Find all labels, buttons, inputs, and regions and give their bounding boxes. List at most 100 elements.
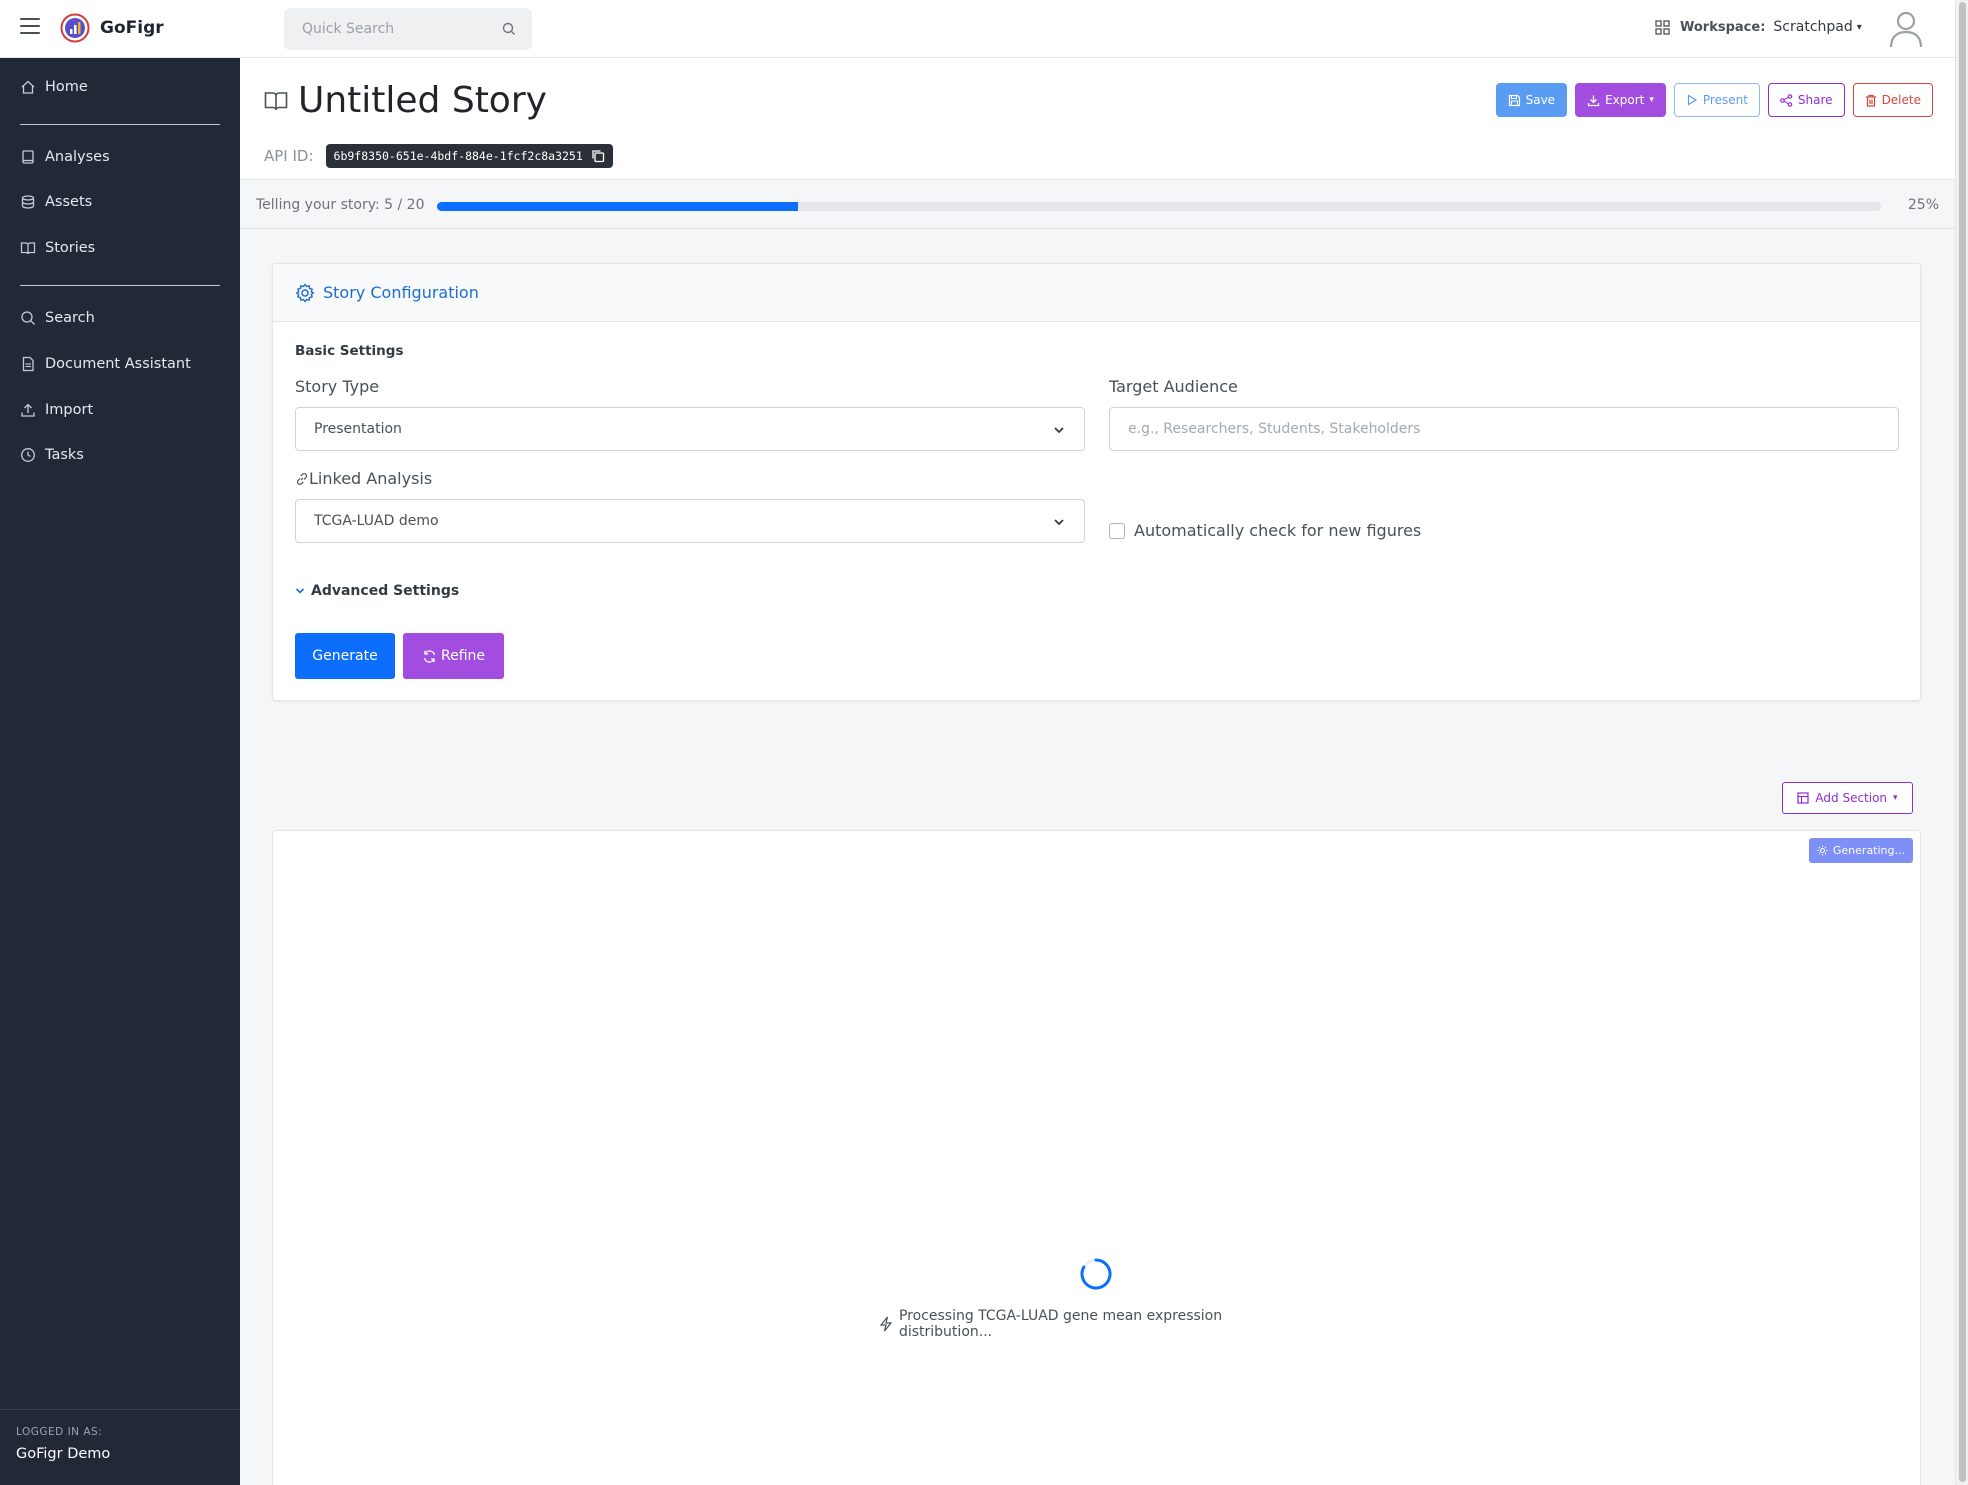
caret-down-icon: ▾ xyxy=(1893,793,1898,803)
progress-percent: 25% xyxy=(1907,197,1939,213)
story-type-value: Presentation xyxy=(314,421,402,437)
workspace-selector[interactable]: Workspace: Scratchpad ▾ xyxy=(1655,19,1862,35)
sidebar-item-tasks[interactable]: Tasks xyxy=(20,447,84,463)
sidebar-item-label: Stories xyxy=(45,240,96,256)
play-icon xyxy=(1687,94,1698,106)
processing-text: Processing TCGA-LUAD gene mean expressio… xyxy=(898,1308,1223,1340)
sidebar-item-stories[interactable]: Stories xyxy=(20,240,95,256)
share-button[interactable]: Share xyxy=(1767,83,1845,117)
gofigr-logo[interactable] xyxy=(60,13,90,43)
logged-in-caption: LOGGED IN AS: xyxy=(16,1426,103,1438)
present-button[interactable]: Present xyxy=(1673,83,1760,117)
sidebar-item-document-assistant[interactable]: Document Assistant xyxy=(20,356,191,372)
card-title: Story Configuration xyxy=(323,283,479,302)
advanced-settings-label: Advanced Settings xyxy=(311,583,460,599)
auto-check-checkbox[interactable] xyxy=(1109,522,1125,539)
search-icon xyxy=(21,311,35,325)
api-id-badge[interactable]: 6b9f8350-651e-4bdf-884e-1fcf2c8a3251 xyxy=(325,144,613,168)
delete-button[interactable]: Delete xyxy=(1852,83,1933,117)
linked-analysis-label-row: Linked Analysis xyxy=(295,469,432,488)
layout-icon xyxy=(1797,792,1810,804)
chevron-down-icon xyxy=(1054,427,1064,434)
refine-button-label: Refine xyxy=(440,648,486,664)
chevron-down-icon xyxy=(1054,519,1064,526)
save-button[interactable]: Save xyxy=(1495,83,1568,117)
sidebar-item-label: Assets xyxy=(45,194,93,210)
generating-badge: Generating... xyxy=(1808,838,1913,863)
generate-button[interactable]: Generate xyxy=(295,633,395,679)
present-button-label: Present xyxy=(1702,93,1748,107)
sidebar-divider xyxy=(20,124,220,125)
search-icon[interactable] xyxy=(502,22,516,36)
sidebar-item-assets[interactable]: Assets xyxy=(20,194,92,210)
workspace-value[interactable]: Scratchpad xyxy=(1773,19,1852,35)
save-button-label: Save xyxy=(1525,93,1556,107)
sidebar-divider xyxy=(20,285,220,286)
sun-icon xyxy=(1817,845,1828,856)
logged-in-panel: LOGGED IN AS: GoFigr Demo xyxy=(0,1409,240,1485)
search-input[interactable] xyxy=(302,21,492,37)
sidebar-item-label: Document Assistant xyxy=(45,356,191,372)
chevron-down-icon xyxy=(295,588,305,594)
story-header: Untitled Story API ID: 6b9f8350-651e-4bd… xyxy=(240,58,1955,180)
generating-label: Generating... xyxy=(1832,844,1905,857)
linked-analysis-label: Linked Analysis xyxy=(309,469,433,488)
document-icon xyxy=(22,356,34,372)
page-title[interactable]: Untitled Story xyxy=(298,80,547,121)
sidebar-item-label: Search xyxy=(45,310,95,326)
linked-analysis-value: TCGA-LUAD demo xyxy=(314,513,439,529)
scrollbar-thumb[interactable] xyxy=(1959,2,1966,1482)
lightning-icon xyxy=(879,1316,893,1332)
api-id-value: 6b9f8350-651e-4bdf-884e-1fcf2c8a3251 xyxy=(333,149,583,163)
refresh-icon xyxy=(423,649,436,663)
menu-toggle-icon[interactable] xyxy=(20,18,40,34)
auto-check-option[interactable]: Automatically check for new figures xyxy=(1109,521,1421,540)
target-audience-placeholder: e.g., Researchers, Students, Stakeholder… xyxy=(1128,421,1421,437)
sidebar-item-search[interactable]: Search xyxy=(20,310,95,326)
user-avatar-icon[interactable] xyxy=(1888,10,1924,48)
logged-in-user: GoFigr Demo xyxy=(16,1446,111,1462)
story-configuration-card: Story Configuration Basic Settings Story… xyxy=(272,263,1921,701)
story-type-select[interactable]: Presentation xyxy=(295,407,1085,451)
export-button-label: Export xyxy=(1605,93,1645,107)
auto-check-label: Automatically check for new figures xyxy=(1134,521,1422,540)
advanced-settings-toggle[interactable]: Advanced Settings xyxy=(295,583,459,599)
progress-fill xyxy=(437,202,798,211)
workspace-label: Workspace: xyxy=(1680,19,1766,35)
home-icon xyxy=(21,80,35,94)
sidebar-item-label: Import xyxy=(45,402,94,418)
processing-status: Processing TCGA-LUAD gene mean expressio… xyxy=(879,1308,1319,1340)
refine-button[interactable]: Refine xyxy=(403,633,504,679)
target-audience-input[interactable]: e.g., Researchers, Students, Stakeholder… xyxy=(1109,407,1899,451)
sidebar-item-import[interactable]: Import xyxy=(20,402,93,418)
story-content-card: Generating... Processing TCGA-LUAD gene … xyxy=(272,830,1921,1485)
database-icon xyxy=(21,195,35,209)
sidebar-item-home[interactable]: Home xyxy=(20,79,88,95)
download-icon xyxy=(1587,95,1600,106)
link-icon xyxy=(296,472,308,485)
save-icon xyxy=(1508,94,1520,106)
sidebar: Home Analyses Assets Stories Search Docu… xyxy=(0,58,240,1485)
linked-analysis-select[interactable]: TCGA-LUAD demo xyxy=(295,499,1085,543)
trash-icon xyxy=(1865,94,1876,107)
quick-search[interactable] xyxy=(284,8,532,50)
story-actions: Save Export ▾ Present Share Delete xyxy=(1495,83,1933,117)
upload-icon xyxy=(21,403,35,417)
book-icon xyxy=(22,150,34,164)
target-audience-label: Target Audience xyxy=(1109,377,1238,396)
export-button[interactable]: Export ▾ xyxy=(1575,83,1666,117)
story-type-label: Story Type xyxy=(295,377,380,396)
progress-label: Telling your story: 5 / 20 xyxy=(256,197,425,213)
gear-icon xyxy=(295,282,315,303)
delete-button-label: Delete xyxy=(1881,93,1921,107)
brand-name[interactable]: GoFigr xyxy=(100,18,164,38)
progress-bar xyxy=(437,202,1881,211)
basic-settings-heading: Basic Settings xyxy=(295,343,404,359)
sidebar-item-analyses[interactable]: Analyses xyxy=(20,149,110,165)
card-header[interactable]: Story Configuration xyxy=(273,264,1920,322)
caret-down-icon[interactable]: ▾ xyxy=(1857,22,1862,33)
add-section-button[interactable]: Add Section ▾ xyxy=(1782,782,1913,814)
page-scrollbar[interactable] xyxy=(1955,0,1968,1485)
share-icon xyxy=(1780,93,1793,107)
copy-icon[interactable] xyxy=(591,149,605,163)
